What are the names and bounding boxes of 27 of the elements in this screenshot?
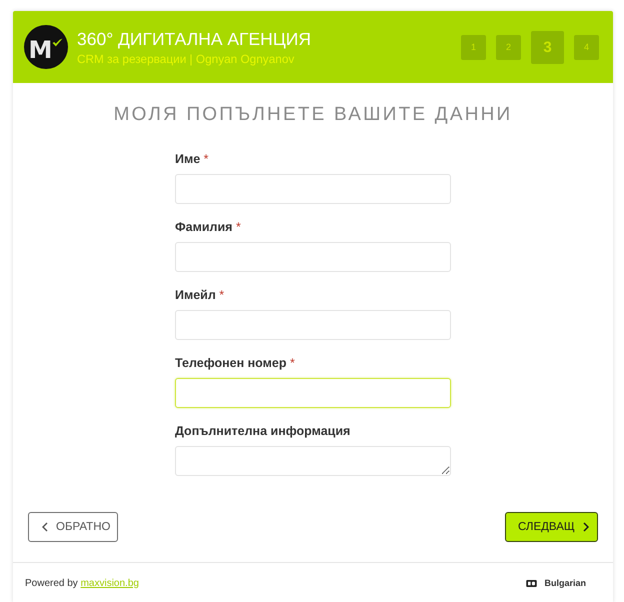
step-indicator[interactable]: 1 <box>461 34 486 60</box>
textarea-field[interactable] <box>175 446 451 476</box>
step-indicator[interactable]: 4 <box>574 34 599 60</box>
input-field[interactable] <box>175 242 451 272</box>
field-label: Фамилия * <box>175 219 241 235</box>
chevron-left-icon <box>42 522 48 532</box>
field-label: Име * <box>175 151 209 167</box>
field-label: Имейл * <box>175 287 224 303</box>
caption-icon <box>526 580 538 586</box>
step-indicator[interactable]: 3 <box>531 30 564 64</box>
back-button[interactable]: ОБРАТНО <box>28 512 118 542</box>
chevron-right-icon <box>582 522 589 532</box>
header-title: 360° ДИГИТАЛНА АГЕНЦИЯ <box>77 28 311 50</box>
input-field[interactable] <box>175 378 451 408</box>
logo-letter: M <box>28 37 52 63</box>
powered-by-text: Powered by maxvision.bg <box>25 578 139 588</box>
field-label: Допълнителна информация <box>175 423 350 439</box>
field-label: Телефонен номер * <box>175 355 295 371</box>
language-selector[interactable]: Bulgarian <box>526 578 586 588</box>
form-heading: МОЛЯ ПОПЪЛНЕТЕ ВАШИТЕ ДАННИ <box>112 103 514 127</box>
header-subtitle: CRM за резервации | Ognyan Ognyanov <box>77 52 296 66</box>
input-field[interactable] <box>175 174 451 204</box>
step-indicator[interactable]: 2 <box>496 34 521 60</box>
next-button[interactable]: СЛЕДВАЩ <box>505 512 598 542</box>
check-icon <box>52 38 64 46</box>
input-field[interactable] <box>175 310 451 340</box>
maxvision-link[interactable]: maxvision.bg <box>80 578 139 588</box>
